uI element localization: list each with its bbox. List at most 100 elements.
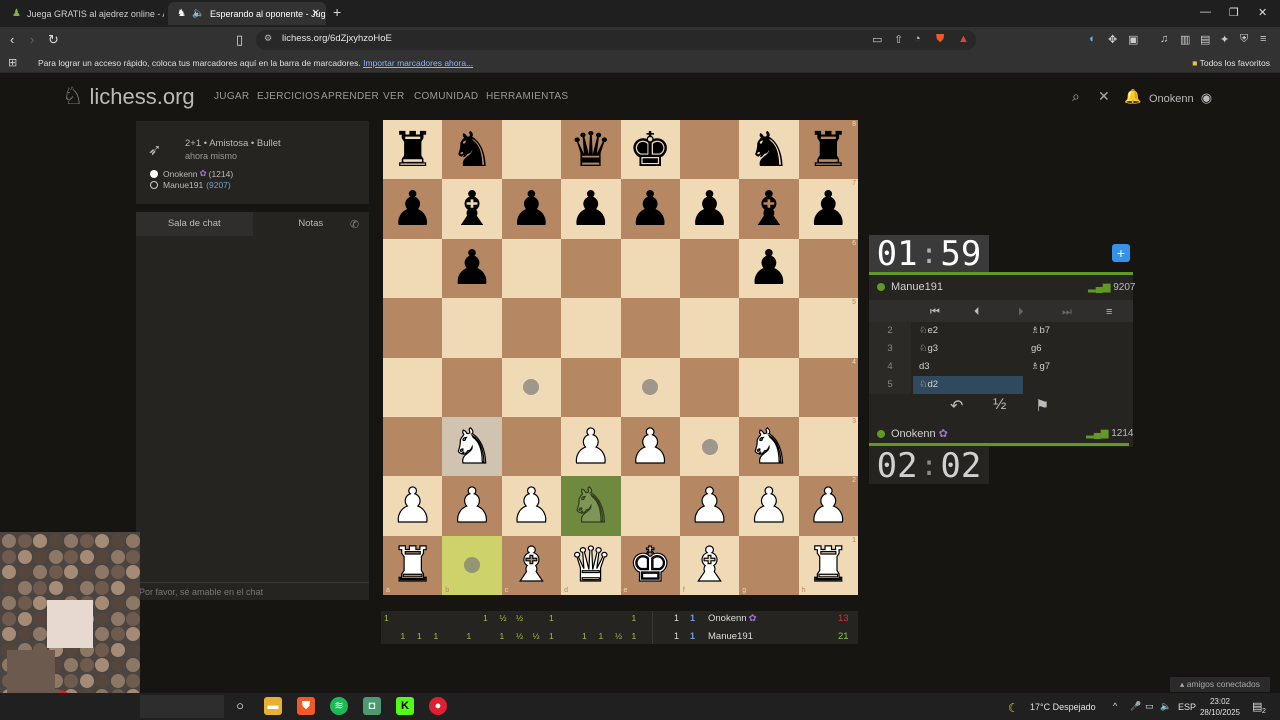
black-pawn-icon[interactable]: ♟: [451, 244, 494, 292]
white-pawn-icon[interactable]: ♟: [747, 481, 791, 530]
square-f3[interactable]: [679, 416, 740, 477]
square-e6[interactable]: [620, 238, 680, 299]
white-player-info[interactable]: Onokenn ✿ (1214): [150, 168, 233, 179]
cortana-icon[interactable]: ○: [231, 697, 249, 715]
square-b6[interactable]: ♟: [442, 238, 502, 299]
move-hint-dot[interactable]: [523, 379, 540, 396]
speaker-icon[interactable]: 🔈: [192, 8, 204, 19]
white-pawn-icon[interactable]: ♟: [687, 481, 731, 530]
rss-icon[interactable]: ◔: [914, 33, 921, 45]
square-h8[interactable]: ♜ 8: [798, 120, 858, 180]
nav-aprender[interactable]: APRENDER: [321, 91, 379, 102]
square-a7[interactable]: ♟: [383, 179, 443, 239]
screen-icon[interactable]: ▭: [872, 33, 882, 46]
black-move[interactable]: ♗g7: [1031, 358, 1050, 376]
square-e4[interactable]: [620, 357, 680, 417]
square-f4[interactable]: [679, 357, 740, 417]
black-pawn-icon[interactable]: ♟: [629, 185, 672, 233]
add-time-button[interactable]: +: [1112, 244, 1130, 262]
square-g6[interactable]: ♟: [739, 238, 799, 299]
square-d7[interactable]: ♟: [561, 179, 621, 239]
moves-menu-icon[interactable]: ≡: [1106, 306, 1112, 318]
square-a8[interactable]: ♜: [383, 120, 443, 180]
opponent-name[interactable]: Manue191: [877, 281, 943, 293]
black-player-info[interactable]: Manue191 (9207): [150, 180, 231, 190]
tab-lichess-home[interactable]: ♟ Juega GRATIS al ajedrez online - Aje: [4, 2, 164, 25]
square-g3[interactable]: ♞: [739, 416, 799, 477]
square-c4[interactable]: [501, 357, 562, 417]
restore-button[interactable]: ❐: [1229, 6, 1239, 19]
app-icon[interactable]: ◘: [363, 697, 381, 715]
square-f1[interactable]: ♝ f: [679, 535, 740, 595]
nav-ejercicios[interactable]: EJERCICIOS: [257, 91, 320, 102]
resign-button[interactable]: ⚑: [1035, 396, 1049, 416]
white-pawn-icon[interactable]: ♟: [509, 481, 553, 530]
taskbar-search[interactable]: [140, 695, 224, 718]
square-f8[interactable]: [679, 120, 740, 180]
square-c5[interactable]: [501, 298, 562, 358]
square-e5[interactable]: [620, 298, 680, 358]
square-h2[interactable]: ♟ 2: [798, 476, 858, 536]
my-name[interactable]: Onokenn ✿: [877, 427, 948, 440]
white-pawn-icon[interactable]: ♟: [569, 422, 613, 471]
square-d2[interactable]: ♞: [561, 476, 621, 536]
vpn-icon[interactable]: ⛨: [1240, 33, 1248, 46]
square-d4[interactable]: [561, 357, 621, 417]
square-b5[interactable]: [442, 298, 502, 358]
sidebar-icon[interactable]: ▥: [1180, 33, 1190, 46]
square-g5[interactable]: [739, 298, 799, 358]
square-d3[interactable]: ♟: [561, 416, 621, 477]
bookmark-icon[interactable]: ▯: [236, 32, 243, 48]
black-pawn-icon[interactable]: ♟: [688, 185, 731, 233]
url-text[interactable]: lichess.org/6dZjxyhzoHoE: [282, 33, 392, 44]
white-rook-icon[interactable]: ♜: [391, 541, 435, 590]
square-g1[interactable]: g: [739, 535, 799, 595]
black-rook-icon[interactable]: ♜: [807, 126, 850, 174]
square-g7[interactable]: ♝: [739, 179, 799, 239]
white-move[interactable]: ♘g3: [919, 340, 938, 358]
volume-icon[interactable]: 🔈: [1160, 701, 1171, 712]
prev-move-icon[interactable]: ⏴: [974, 306, 980, 319]
brave-shield-icon[interactable]: ⛊: [936, 33, 944, 46]
square-c1[interactable]: ♝ c: [501, 535, 562, 595]
black-pawn-icon[interactable]: ♟: [510, 185, 553, 233]
all-favorites[interactable]: ■ Todos los favoritos: [1192, 58, 1270, 68]
black-pawn-icon[interactable]: ♟: [569, 185, 612, 233]
friends-online[interactable]: ▴ amigos conectados: [1170, 677, 1270, 692]
offer-draw-button[interactable]: ½: [993, 396, 1006, 414]
white-pawn-icon[interactable]: ♟: [450, 481, 494, 530]
square-e1[interactable]: ♚ e: [620, 535, 680, 595]
square-c8[interactable]: [501, 120, 562, 180]
nav-jugar[interactable]: JUGAR: [214, 91, 249, 102]
tab-chat[interactable]: Sala de chat: [136, 212, 253, 236]
square-d8[interactable]: ♛: [561, 120, 621, 180]
share-icon[interactable]: ⇧: [894, 33, 903, 46]
move-hint-dot[interactable]: [642, 379, 659, 396]
chess-board[interactable]: ♜ ♞ ♛ ♚ ♞ ♜ 8 ♟ ♝ ♟ ♟ ♟ ♟ ♝ ♟ 7 ♟ ♟ 6 5 4 ♞ ♟ ♟ ♞ 3 ♟ ♟ ♟ ♞ ♟ ♟ ♟ 2 ♜ a b ♝ c ♛…: [383, 120, 858, 595]
square-d6[interactable]: [561, 238, 621, 299]
white-knight-icon[interactable]: ♞: [747, 422, 791, 471]
first-move-icon[interactable]: ⏮: [930, 306, 940, 319]
menu-icon[interactable]: ≡: [1260, 33, 1266, 45]
reload-button[interactable]: ↻: [48, 32, 59, 48]
minimize-button[interactable]: —: [1200, 6, 1211, 18]
white-queen-icon[interactable]: ♛: [569, 541, 613, 590]
black-move[interactable]: g6: [1031, 340, 1042, 358]
nav-herramientas[interactable]: HERRAMIENTAS: [486, 91, 568, 102]
white-pawn-icon[interactable]: ♟: [806, 481, 850, 530]
music-icon[interactable]: ♫: [1160, 33, 1168, 45]
black-bishop-icon[interactable]: ♝: [451, 185, 494, 233]
square-g8[interactable]: ♞: [739, 120, 799, 180]
ai-icon[interactable]: ✦: [1220, 33, 1229, 46]
square-g4[interactable]: [739, 357, 799, 417]
square-c6[interactable]: [501, 238, 562, 299]
square-c7[interactable]: ♟: [501, 179, 562, 239]
black-pawn-icon[interactable]: ♟: [391, 185, 434, 233]
notification-bell-icon[interactable]: 🔔: [1124, 88, 1141, 105]
white-king-icon[interactable]: ♚: [628, 541, 672, 590]
apps-grid-icon[interactable]: ⊞: [8, 56, 17, 69]
white-pawn-icon[interactable]: ♟: [391, 481, 435, 530]
square-h4[interactable]: 4: [798, 357, 858, 417]
close-window-button[interactable]: ✕: [1258, 6, 1267, 19]
close-tab-icon[interactable]: ✕: [312, 8, 320, 19]
